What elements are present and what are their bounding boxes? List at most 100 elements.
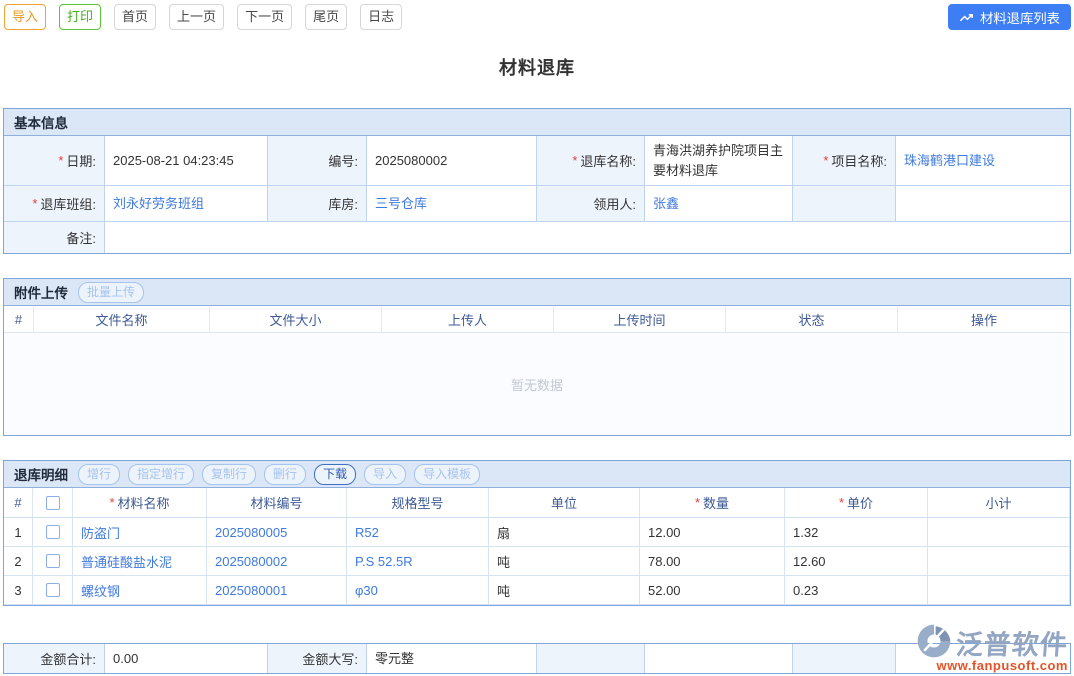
fanpu-watermark: 泛普软件 www.fanpusoft.com [916,623,1068,673]
checkbox-icon [46,583,60,597]
batch-upload-button[interactable]: 批量上传 [78,282,144,303]
row-index: 2 [4,547,33,576]
add-row-button[interactable]: 增行 [78,464,120,485]
remark-label: 备注: [4,222,105,253]
project-name-label: *项目名称: [793,136,896,186]
detail-col-unit: 单位 [489,488,640,518]
insert-row-button[interactable]: 指定增行 [128,464,194,485]
detail-col-qty: *数量 [640,488,785,518]
remark-field[interactable] [105,222,1070,253]
detail-toolbar: 增行 指定增行 复制行 删行 下载 导入 导入模板 [78,464,480,485]
attachments-col-action: 操作 [898,306,1070,333]
prev-page-button[interactable]: 上一页 [169,4,224,30]
attachments-table-header: # 文件名称 文件大小 上传人 上传时间 状态 操作 [4,306,1070,333]
required-mark: * [58,153,63,168]
row-checkbox[interactable] [33,518,73,547]
basic-info-header: 基本信息 [4,109,1070,136]
material-name-cell[interactable]: 防盗门 [73,518,207,547]
attachments-col-file-name: 文件名称 [34,306,210,333]
required-mark: * [839,495,844,510]
fanpu-brand-text: 泛普软件 [955,623,1070,662]
last-page-button[interactable]: 尾页 [305,4,347,30]
print-button[interactable]: 打印 [59,4,101,30]
attachments-col-uploader: 上传人 [382,306,554,333]
detail-section: 退库明细 增行 指定增行 复制行 删行 下载 导入 导入模板 # *材料名称 材… [3,460,1071,606]
basic-info-grid: *日期: 2025-08-21 04:23:45 编号: 2025080002 … [4,136,1070,253]
empty-label-cell [793,186,896,222]
spec-cell[interactable]: P.S 52.5R [347,547,489,576]
empty-label-cell [793,644,896,673]
material-name-cell[interactable]: 螺纹钢 [73,576,207,605]
attachments-col-file-size: 文件大小 [210,306,382,333]
code-field[interactable]: 2025080002 [367,136,537,186]
attachments-col-upload-time: 上传时间 [554,306,726,333]
select-all-checkbox[interactable] [33,488,73,518]
required-mark: * [695,495,700,510]
qty-cell[interactable]: 12.00 [640,518,785,547]
attachments-section: 附件上传 批量上传 # 文件名称 文件大小 上传人 上传时间 状态 操作 暂无数… [3,278,1071,436]
attachments-empty-body: 暂无数据 [4,333,1070,435]
project-name-field[interactable]: 珠海鹤港口建设 [896,136,1070,186]
spec-cell[interactable]: φ30 [347,576,489,605]
import-template-button[interactable]: 导入模板 [414,464,480,485]
required-mark: * [823,153,828,168]
next-page-button[interactable]: 下一页 [237,4,292,30]
delete-row-button[interactable]: 删行 [264,464,306,485]
empty-label-cell [537,644,645,673]
detail-col-price: *单价 [785,488,928,518]
download-button[interactable]: 下载 [314,464,356,485]
amount-total-field[interactable]: 0.00 [105,644,268,673]
empty-value-cell [896,186,1070,222]
team-field[interactable]: 刘永好劳务班组 [105,186,268,222]
amount-words-field[interactable]: 零元整 [367,644,537,673]
fanpu-logo-icon [916,623,952,662]
detail-title: 退库明细 [14,464,68,484]
return-name-field[interactable]: 青海洪湖养护院项目主要材料退库 [645,136,793,186]
row-checkbox[interactable] [33,547,73,576]
price-cell[interactable]: 0.23 [785,576,928,605]
row-checkbox[interactable] [33,576,73,605]
detail-col-index: # [4,488,33,518]
unit-cell: 吨 [489,576,640,605]
required-mark: * [32,196,37,211]
row-index: 3 [4,576,33,605]
log-button[interactable]: 日志 [360,4,402,30]
material-code-cell[interactable]: 2025080002 [207,547,347,576]
unit-cell: 扇 [489,518,640,547]
required-mark: * [572,153,577,168]
detail-col-spec: 规格型号 [347,488,489,518]
recipient-field[interactable]: 张鑫 [645,186,793,222]
first-page-button[interactable]: 首页 [114,4,156,30]
trend-icon [959,10,974,25]
import-button[interactable]: 导入 [4,4,46,30]
subtotal-cell [928,518,1070,547]
spec-cell[interactable]: R52 [347,518,489,547]
qty-cell[interactable]: 78.00 [640,547,785,576]
material-code-cell[interactable]: 2025080005 [207,518,347,547]
required-mark: * [109,495,114,510]
attachments-col-index: # [4,306,34,333]
totals-row: 金额合计: 0.00 金额大写: 零元整 [3,643,1071,674]
price-cell[interactable]: 1.32 [785,518,928,547]
detail-col-subtotal: 小计 [928,488,1070,518]
unit-cell: 吨 [489,547,640,576]
return-list-button-label: 材料退库列表 [980,8,1060,27]
subtotal-cell [928,547,1070,576]
material-code-cell[interactable]: 2025080001 [207,576,347,605]
material-name-cell[interactable]: 普通硅酸盐水泥 [73,547,207,576]
detail-col-name: *材料名称 [73,488,207,518]
detail-col-code: 材料编号 [207,488,347,518]
import-rows-button[interactable]: 导入 [364,464,406,485]
date-field[interactable]: 2025-08-21 04:23:45 [105,136,268,186]
price-cell[interactable]: 12.60 [785,547,928,576]
recipient-label: 领用人: [537,186,645,222]
return-list-button[interactable]: 材料退库列表 [948,4,1071,30]
page-title: 材料退库 [3,54,1071,80]
qty-cell[interactable]: 52.00 [640,576,785,605]
subtotal-cell [928,576,1070,605]
warehouse-label: 库房: [268,186,367,222]
team-label: *退库班组: [4,186,105,222]
copy-row-button[interactable]: 复制行 [202,464,256,485]
warehouse-field[interactable]: 三号仓库 [367,186,537,222]
checkbox-icon [46,496,60,510]
